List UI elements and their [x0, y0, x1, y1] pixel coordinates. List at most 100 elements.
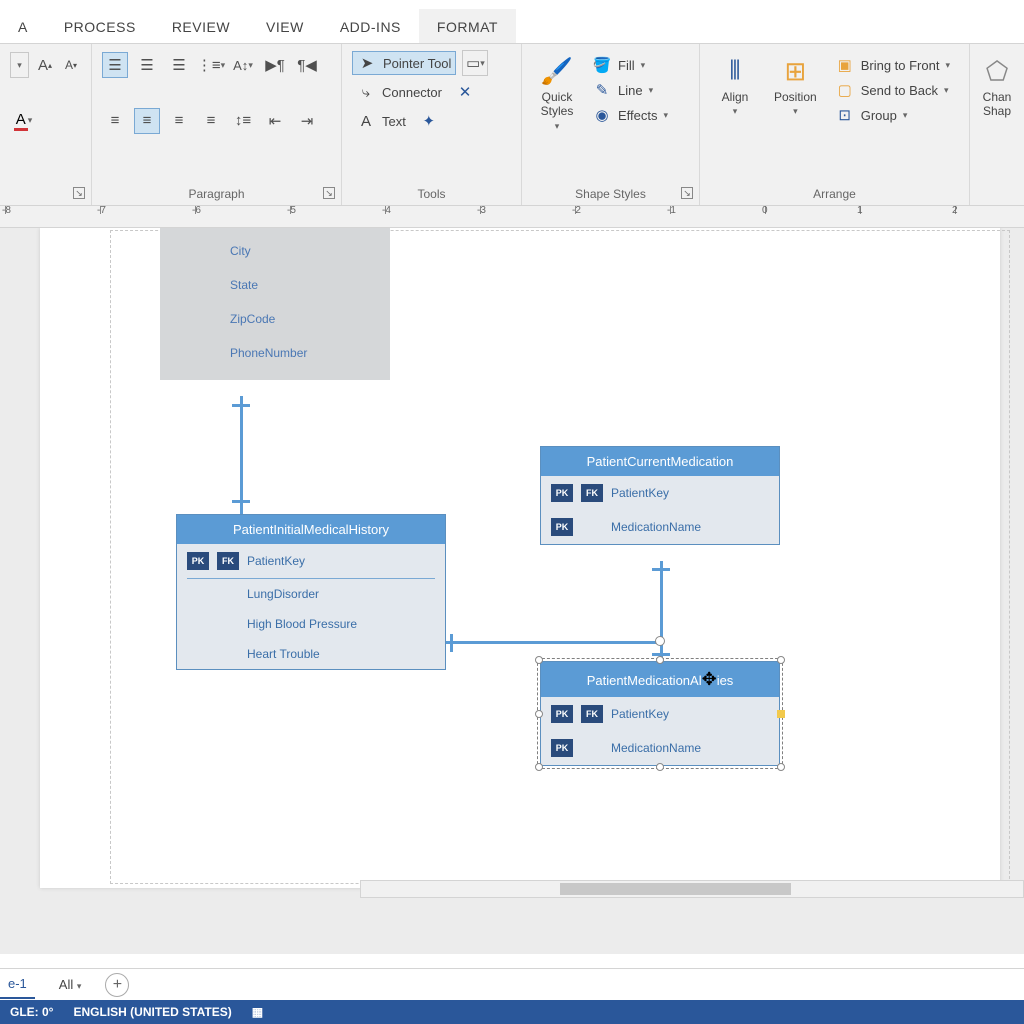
position-icon: ⊞	[778, 54, 812, 88]
text-tool-button[interactable]: AText	[352, 111, 410, 132]
connection-handle[interactable]	[777, 710, 785, 718]
page-tab-all[interactable]: All ▾	[51, 971, 90, 998]
attr-patientkey: PatientKey	[247, 554, 305, 568]
attr-phonenumber: PhoneNumber	[230, 336, 374, 370]
quick-styles-icon: 🖌️	[540, 54, 574, 88]
increase-indent-button[interactable]: ⇥	[294, 108, 320, 134]
selection-handle[interactable]	[777, 656, 785, 664]
font-color-button[interactable]: A▾	[10, 108, 36, 134]
delete-tool-icon[interactable]: ✕	[452, 79, 478, 105]
crowfoot-e2-top	[232, 500, 250, 503]
send-to-back-button[interactable]: ▢Send to Back ▾	[831, 79, 954, 101]
scrollbar-thumb[interactable]	[560, 883, 792, 895]
selection-handle[interactable]	[656, 763, 664, 771]
entity-patient-medication-allergies[interactable]: PatientMedicationAl✥ies PK FK PatientKey…	[540, 661, 780, 766]
effects-button[interactable]: ◉Effects▾	[588, 104, 672, 126]
attr-patientkey: PatientKey	[611, 486, 669, 500]
macro-record-icon[interactable]: ▦	[252, 1005, 263, 1019]
decrease-indent-button[interactable]: ⇤	[262, 108, 288, 134]
ltr-button[interactable]: ▶¶	[262, 52, 288, 78]
tab-process[interactable]: PROCESS	[46, 9, 154, 43]
line-spacing-button[interactable]: ↕≡	[230, 108, 256, 134]
connector-e3-e4-v[interactable]	[660, 561, 663, 661]
horizontal-ruler: -8 -7 -6 -5 -4 -3 -2 -1 0 1 2	[0, 206, 1024, 228]
selection-handle[interactable]	[656, 656, 664, 664]
tab-a[interactable]: A	[0, 9, 46, 43]
position-button[interactable]: ⊞ Position▾	[766, 50, 825, 121]
attr-zipcode: ZipCode	[230, 302, 374, 336]
connector-e2-e4-h[interactable]	[446, 641, 662, 644]
tab-addins[interactable]: ADD-INS	[322, 9, 419, 43]
font-dialog-launcher[interactable]: ↘	[73, 187, 85, 199]
entity-patient-initial-history[interactable]: PatientInitialMedicalHistory PK FK Patie…	[176, 514, 446, 670]
rectangle-tool-button[interactable]: ▭▾	[462, 50, 488, 76]
line-button[interactable]: ✎Line▾	[588, 79, 672, 101]
align-middle-button[interactable]: ☰	[134, 52, 160, 78]
text-direction-button[interactable]: A↕▾	[230, 52, 256, 78]
align-right-button[interactable]: ≡	[166, 108, 192, 134]
grow-font-button[interactable]: A▴	[35, 52, 55, 78]
selection-handle[interactable]	[535, 763, 543, 771]
align-left-button[interactable]: ≡	[102, 108, 128, 134]
align-top-button[interactable]: ☰	[102, 52, 128, 78]
group-icon: ⊡	[835, 106, 855, 124]
connection-point-tool[interactable]: ✦	[416, 108, 442, 134]
text-icon: A	[356, 113, 376, 130]
group-change-shape: ⬠ Chan Shap	[970, 44, 1024, 205]
group-button[interactable]: ⊡Group ▾	[831, 104, 954, 126]
send-back-icon: ▢	[835, 81, 855, 99]
bullets-button[interactable]: ⋮≡▾	[198, 52, 224, 78]
shrink-font-button[interactable]: A▾	[61, 52, 81, 78]
justify-button[interactable]: ≡	[198, 108, 224, 134]
change-shape-button[interactable]: ⬠ Chan Shap	[980, 50, 1014, 123]
add-page-button[interactable]: +	[105, 973, 129, 997]
fill-button[interactable]: 🪣Fill▾	[588, 54, 672, 76]
align-center-button[interactable]: ≡	[134, 108, 160, 134]
tab-review[interactable]: REVIEW	[154, 9, 248, 43]
drawing-page[interactable]: City State ZipCode PhoneNumber PatientIn…	[40, 228, 1000, 888]
attr-medicationname: MedicationName	[611, 741, 701, 755]
pk-badge: PK	[551, 518, 573, 536]
pointer-icon: ➤	[357, 54, 377, 72]
attr-city: City	[230, 234, 374, 268]
connector-icon: ⤷	[356, 84, 376, 101]
page-tab-1[interactable]: e-1	[0, 970, 35, 999]
font-size-combo[interactable]: ▾	[10, 52, 29, 78]
align-bottom-button[interactable]: ☰	[166, 52, 192, 78]
attr-state: State	[230, 268, 374, 302]
tab-format[interactable]: FORMAT	[419, 9, 516, 43]
canvas[interactable]: City State ZipCode PhoneNumber PatientIn…	[0, 228, 1024, 954]
shape-styles-group-label: Shape Styles	[522, 187, 699, 201]
fill-icon: 🪣	[592, 56, 612, 74]
pk-badge: PK	[551, 484, 573, 502]
connector-tool-button[interactable]: ⤷Connector	[352, 82, 446, 103]
entity-patient-address[interactable]: City State ZipCode PhoneNumber	[160, 228, 390, 380]
fk-badge: FK	[217, 552, 239, 570]
status-language[interactable]: ENGLISH (UNITED STATES)	[73, 1005, 231, 1019]
tab-view[interactable]: VIEW	[248, 9, 322, 43]
status-bar: GLE: 0° ENGLISH (UNITED STATES) ▦	[0, 1000, 1024, 1024]
pointer-tool-button[interactable]: ➤Pointer Tool	[352, 51, 456, 75]
connector-e1-e2[interactable]	[240, 396, 243, 514]
shape-styles-dialog-launcher[interactable]: ↘	[681, 187, 693, 199]
crowfoot-e3-bottom	[652, 568, 670, 571]
paragraph-dialog-launcher[interactable]: ↘	[323, 187, 335, 199]
entity-patient-current-medication[interactable]: PatientCurrentMedication PK FK PatientKe…	[540, 446, 780, 545]
pk-badge: PK	[551, 739, 573, 757]
align-button[interactable]: ⫴ Align▾	[710, 50, 760, 121]
group-shape-styles: 🖌️ Quick Styles ▾ 🪣Fill▾ ✎Line▾ ◉Effects…	[522, 44, 700, 205]
effects-icon: ◉	[592, 106, 612, 124]
group-paragraph: ☰ ☰ ☰ ⋮≡▾ A↕▾ ▶¶ ¶◀ ≡ ≡ ≡ ≡ ↕≡ ⇤ ⇥ Parag…	[92, 44, 342, 205]
group-arrange: ⫴ Align▾ ⊞ Position▾ ▣Bring to Front ▾ ▢…	[700, 44, 970, 205]
rtl-button[interactable]: ¶◀	[294, 52, 320, 78]
rotation-handle[interactable]	[655, 636, 665, 646]
bring-to-front-button[interactable]: ▣Bring to Front ▾	[831, 54, 954, 76]
paragraph-group-label: Paragraph	[92, 187, 341, 201]
attr-hearttrouble: Heart Trouble	[247, 647, 320, 661]
selection-handle[interactable]	[535, 710, 543, 718]
selection-handle[interactable]	[777, 763, 785, 771]
ribbon: ▾ A▴ A▾ A▾ ↘ ☰ ☰ ☰ ⋮≡▾ A↕▾ ▶¶ ¶◀ ≡ ≡ ≡ ≡…	[0, 44, 1024, 206]
selection-handle[interactable]	[535, 656, 543, 664]
quick-styles-button[interactable]: 🖌️ Quick Styles ▾	[532, 50, 582, 136]
horizontal-scrollbar[interactable]	[360, 880, 1024, 898]
